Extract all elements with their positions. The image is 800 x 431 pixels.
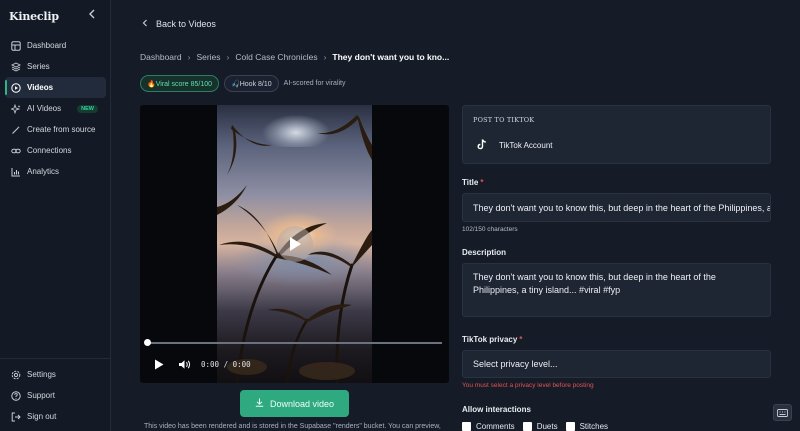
breadcrumb-dashboard[interactable]: Dashboard [140, 52, 182, 62]
score-chips: 🔥Viral score 85/100 🎣Hook 8/10 AI-scored… [140, 75, 346, 92]
video-controls: 0:00 / 0:00 [154, 359, 251, 370]
sidebar-item-videos[interactable]: Videos [5, 77, 106, 98]
tiktok-icon [477, 139, 487, 152]
keyboard-icon [777, 408, 788, 417]
video-time: 0:00 / 0:00 [201, 360, 251, 369]
back-label: Back to Videos [156, 19, 216, 29]
hook-score-badge: 🎣Hook 8/10 [224, 75, 279, 92]
chevron-left-icon [142, 19, 148, 29]
gear-icon [11, 370, 21, 380]
play-icon [290, 237, 301, 251]
chevron-left-icon [89, 9, 95, 19]
sidebar-divider [0, 358, 111, 359]
sidebar-item-label: Create from source [27, 125, 96, 134]
logout-icon [11, 412, 21, 422]
play-overlay-button[interactable] [277, 226, 313, 262]
back-to-videos-link[interactable]: Back to Videos [142, 19, 216, 29]
sidebar-item-label: Sign out [27, 412, 57, 421]
privacy-label: TikTok privacy * [462, 335, 523, 344]
video-progress-bar[interactable] [147, 342, 442, 344]
sidebar-item-label: Settings [27, 370, 56, 379]
chevron-right-icon: › [187, 52, 191, 62]
interactions-checkboxes: Comments Duets Stitches [462, 422, 616, 431]
sidebar-item-label: Videos [27, 83, 54, 92]
post-to-tiktok-card: POST TO TIKTOK TikTok Account [462, 105, 771, 164]
privacy-error: You must select a privacy level before p… [462, 382, 594, 389]
title-label: Title * [462, 178, 484, 187]
duets-checkbox[interactable]: Duets [522, 422, 558, 431]
breadcrumb-series-name[interactable]: Cold Case Chronicles [235, 52, 317, 62]
viral-score-badge: 🔥Viral score 85/100 [140, 75, 220, 92]
comments-checkbox[interactable]: Comments [462, 422, 515, 431]
sidebar-item-settings[interactable]: Settings [5, 364, 106, 385]
interactions-label: Allow interactions [462, 405, 531, 414]
sidebar-item-series[interactable]: Series [5, 56, 106, 77]
sidebar-item-sign-out[interactable]: Sign out [5, 406, 106, 427]
collapse-sidebar-button[interactable] [88, 8, 96, 22]
stitches-checkbox[interactable]: Stitches [565, 422, 608, 431]
sidebar-item-label: AI Videos [27, 104, 62, 113]
sidebar-item-ai-videos[interactable]: AI Videos NEW [5, 98, 106, 119]
sidebar-item-support[interactable]: Support [5, 385, 106, 406]
sidebar-item-create-from-source[interactable]: Create from source [5, 119, 106, 140]
sidebar-item-analytics[interactable]: Analytics [5, 161, 106, 182]
tiktok-account-label: TikTok Account [499, 141, 553, 150]
description-label: Description [462, 248, 507, 257]
sidebar-item-label: Analytics [27, 167, 60, 176]
render-storage-note: This video has been rendered and is stor… [144, 423, 441, 430]
sidebar-item-dashboard[interactable]: Dashboard [5, 35, 106, 56]
chevron-right-icon: › [323, 52, 327, 62]
magic-wand-icon [11, 125, 21, 135]
description-textarea[interactable]: They don't want you to know this, but de… [462, 263, 771, 317]
sidebar-bottom-nav: Settings Support Sign out [5, 364, 106, 427]
help-circle-icon [11, 390, 21, 401]
download-label: Download video [269, 398, 335, 409]
breadcrumb-series[interactable]: Series [196, 52, 220, 62]
privacy-select[interactable]: Select privacy level... [462, 350, 771, 378]
download-video-button[interactable]: Download video [240, 390, 349, 417]
sidebar-item-label: Dashboard [27, 41, 67, 50]
title-char-count: 102/150 characters [462, 226, 518, 233]
sparkles-icon [11, 103, 21, 114]
breadcrumb-current: They don't want you to kno... [332, 52, 450, 62]
chevron-right-icon: › [226, 52, 230, 62]
title-input[interactable]: They don't want you to know this, but de… [462, 193, 771, 222]
chat-widget-button[interactable] [773, 404, 792, 421]
brand-logo: Kineclip [9, 10, 59, 23]
bar-chart-icon [11, 167, 21, 177]
play-icon[interactable] [154, 359, 164, 370]
download-icon [255, 398, 264, 409]
new-badge: NEW [77, 104, 98, 113]
sidebar-item-connections[interactable]: Connections [5, 140, 106, 161]
breadcrumb: Dashboard › Series › Cold Case Chronicle… [140, 52, 449, 62]
sidebar-item-label: Series [27, 62, 50, 71]
video-player[interactable]: 0:00 / 0:00 [140, 105, 449, 383]
sidebar-nav: Dashboard Series Videos AI Videos NEW Cr… [5, 35, 106, 182]
tiktok-account[interactable]: TikTok Account [477, 139, 553, 152]
sidebar-item-label: Connections [27, 146, 72, 155]
volume-icon[interactable] [178, 359, 191, 370]
post-card-title: POST TO TIKTOK [473, 116, 535, 124]
sidebar: Kineclip Dashboard Series Videos AI Vide… [0, 0, 111, 431]
video-progress-knob[interactable] [144, 339, 151, 346]
play-circle-icon [11, 82, 21, 93]
link-icon [11, 146, 21, 156]
dashboard-icon [11, 40, 21, 51]
ai-scored-note: AI-scored for virality [283, 80, 346, 87]
sidebar-item-label: Support [27, 391, 56, 400]
layers-icon [11, 61, 21, 72]
